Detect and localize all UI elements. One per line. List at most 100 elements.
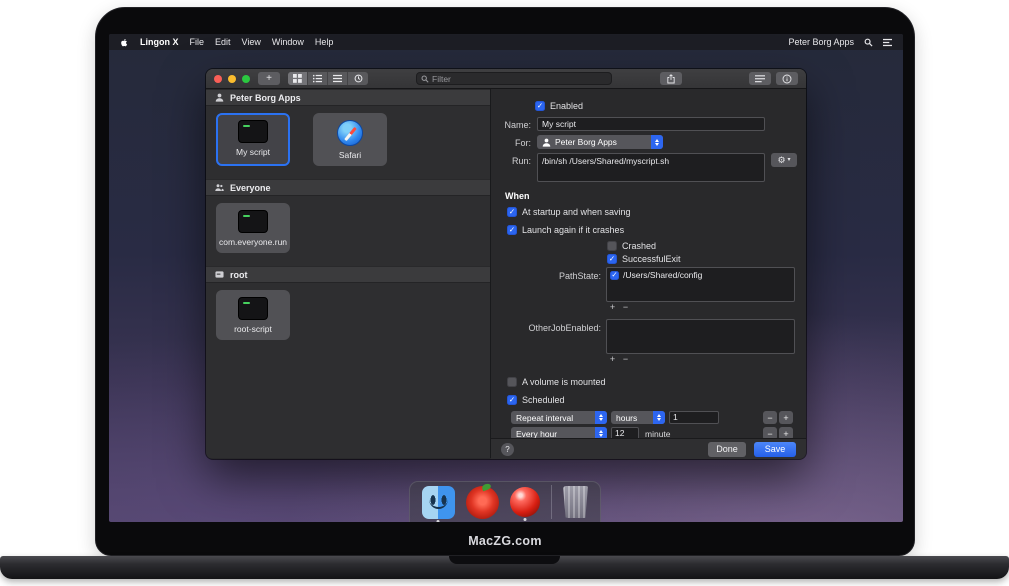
- tiles-row: root-script: [206, 283, 490, 353]
- job-my-script[interactable]: My script: [216, 113, 290, 166]
- successful-exit-checkbox[interactable]: ✓ SuccessfulExit: [607, 254, 681, 264]
- checkbox: ✓: [535, 101, 545, 111]
- lingonx-window: +: [206, 69, 806, 459]
- menubar: Lingon X File Edit View Window Help Pete…: [109, 34, 903, 50]
- group-icon: [215, 183, 224, 192]
- at-startup-checkbox[interactable]: ✓ At startup and when saving: [507, 207, 631, 217]
- share-button[interactable]: [660, 72, 682, 85]
- dock-separator: [551, 485, 552, 519]
- zoom-button[interactable]: [242, 75, 250, 83]
- dock: [409, 481, 601, 522]
- remove-otherjob-button[interactable]: −: [620, 355, 631, 364]
- menu-edit[interactable]: Edit: [215, 37, 231, 47]
- section-header-everyone: Everyone: [206, 179, 490, 196]
- popup-chevrons-icon: [651, 135, 663, 149]
- trash-icon[interactable]: [563, 486, 589, 518]
- run-label: Run:: [491, 156, 531, 166]
- script-app-icon: [238, 297, 268, 320]
- minimize-button[interactable]: [228, 75, 236, 83]
- for-popup[interactable]: Peter Borg Apps: [537, 135, 663, 149]
- finder-icon[interactable]: [422, 486, 455, 519]
- when-title: When: [505, 191, 530, 201]
- add-otherjob-button[interactable]: +: [607, 355, 618, 364]
- done-button[interactable]: Done: [708, 442, 746, 457]
- unit-popup[interactable]: hours: [611, 411, 665, 424]
- interval-popup[interactable]: Repeat interval: [511, 411, 607, 424]
- crashed-checkbox[interactable]: Crashed: [607, 241, 656, 251]
- view-list-button[interactable]: [308, 72, 328, 85]
- popup-chevrons-icon: [653, 411, 665, 424]
- otherjob-box[interactable]: [606, 319, 795, 354]
- lingonx-dock-icon[interactable]: [466, 486, 499, 519]
- job-com-everyone-run[interactable]: com.everyone.run: [216, 203, 290, 253]
- menu-help[interactable]: Help: [315, 37, 334, 47]
- menu-view[interactable]: View: [242, 37, 261, 47]
- pathstate-box[interactable]: ✓ /Users/Shared/config: [606, 267, 795, 302]
- dock-slot: [563, 486, 589, 518]
- laptop-base: [0, 556, 1009, 579]
- laptop-notch: [449, 556, 560, 564]
- search-icon: [421, 75, 429, 83]
- save-button[interactable]: Save: [754, 442, 796, 457]
- section-header-root: root: [206, 266, 490, 283]
- log-panel-button[interactable]: [749, 72, 771, 85]
- filter-field[interactable]: [416, 72, 612, 85]
- gear-icon: ⚙: [777, 156, 785, 165]
- run-options-button[interactable]: ⚙ ▾: [771, 153, 797, 167]
- search-icon[interactable]: [864, 38, 873, 47]
- checkbox: [507, 377, 517, 387]
- checkbox: ✓: [507, 225, 517, 235]
- remove-path-button[interactable]: −: [620, 303, 631, 312]
- interval-value-field[interactable]: 1: [669, 411, 719, 424]
- view-schedule-button[interactable]: [348, 72, 368, 85]
- info-button[interactable]: [776, 72, 798, 85]
- add-schedule-button[interactable]: +: [779, 411, 793, 424]
- menubar-user-text: Peter Borg Apps: [788, 37, 854, 47]
- remove-schedule-button[interactable]: −: [763, 411, 777, 424]
- window-toolbar: +: [206, 69, 806, 89]
- view-grid-button[interactable]: [288, 72, 308, 85]
- pathstate-stepper: + −: [607, 303, 631, 312]
- name-input[interactable]: [537, 117, 765, 131]
- job-root-script[interactable]: root-script: [216, 290, 290, 340]
- checkbox: ✓: [507, 395, 517, 405]
- help-button[interactable]: ?: [501, 443, 514, 456]
- add-job-button[interactable]: +: [258, 72, 280, 85]
- apple-icon[interactable]: [120, 37, 129, 48]
- relaunch-checkbox[interactable]: ✓ Launch again if it crashes: [507, 225, 624, 235]
- otherjob-stepper: + −: [607, 355, 631, 364]
- volume-mounted-checkbox[interactable]: A volume is mounted: [507, 377, 606, 387]
- menu-list-icon[interactable]: [883, 38, 892, 47]
- checkbox: [607, 241, 617, 251]
- add-path-button[interactable]: +: [607, 303, 618, 312]
- close-button[interactable]: [214, 75, 222, 83]
- watermark: MacZG.com: [96, 534, 914, 548]
- traffic-lights: [214, 75, 250, 83]
- job-detail-panel: ✓ Enabled Name: For: Peter Borg Apps Run…: [491, 89, 806, 458]
- scheduled-checkbox[interactable]: ✓ Scheduled: [507, 395, 565, 405]
- enabled-checkbox[interactable]: ✓ Enabled: [535, 101, 583, 111]
- filter-input[interactable]: [432, 74, 607, 84]
- menu-file[interactable]: File: [190, 37, 205, 47]
- run-input[interactable]: /bin/sh /Users/Shared/myscript.sh: [537, 153, 765, 182]
- view-segmented-control: [288, 72, 368, 85]
- section-title: Peter Borg Apps: [230, 93, 301, 103]
- safari-app-icon: [337, 120, 363, 146]
- checkbox: ✓: [507, 207, 517, 217]
- section-title: Everyone: [230, 183, 271, 193]
- menu-app-name[interactable]: Lingon X: [140, 37, 179, 47]
- laptop-frame: Lingon X File Edit View Window Help Pete…: [95, 7, 915, 556]
- pathstate-row[interactable]: ✓ /Users/Shared/config: [610, 270, 791, 280]
- view-columns-button[interactable]: [328, 72, 348, 85]
- menu-window[interactable]: Window: [272, 37, 304, 47]
- red-ball-app-icon[interactable]: [510, 487, 540, 517]
- running-indicator: [523, 518, 526, 521]
- job-safari[interactable]: Safari: [313, 113, 387, 166]
- section-header-peter-borg: Peter Borg Apps: [206, 89, 490, 106]
- tiles-row: My script Safari: [206, 106, 490, 179]
- job-list-sidebar: Peter Borg Apps My script Safari: [206, 89, 491, 458]
- otherjob-label: OtherJobEnabled:: [491, 323, 601, 333]
- dock-slot: [510, 487, 540, 517]
- pathstate-label: PathState:: [491, 271, 601, 281]
- display: Lingon X File Edit View Window Help Pete…: [109, 34, 903, 522]
